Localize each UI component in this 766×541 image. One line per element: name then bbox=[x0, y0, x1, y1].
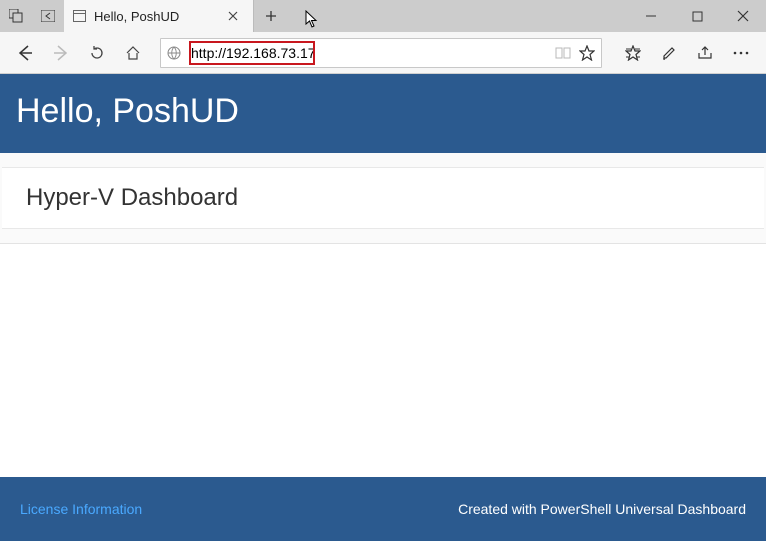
window-maximize-button[interactable] bbox=[674, 0, 720, 32]
vm-connect-icon[interactable] bbox=[0, 0, 32, 32]
refresh-button[interactable] bbox=[80, 36, 114, 70]
tab-close-button[interactable] bbox=[223, 6, 243, 26]
url-input[interactable] bbox=[187, 43, 555, 63]
window-minimize-button[interactable] bbox=[628, 0, 674, 32]
set-aside-tabs-icon[interactable] bbox=[32, 0, 64, 32]
site-info-icon[interactable] bbox=[161, 46, 187, 60]
browser-titlebar: Hello, PoshUD bbox=[0, 0, 766, 32]
favorites-hub-icon[interactable] bbox=[616, 36, 650, 70]
share-icon[interactable] bbox=[688, 36, 722, 70]
browser-tab-active[interactable]: Hello, PoshUD bbox=[64, 0, 254, 32]
more-menu-icon[interactable] bbox=[724, 36, 758, 70]
page-title: Hello, PoshUD bbox=[16, 92, 750, 131]
page-favicon bbox=[72, 9, 86, 23]
address-bar[interactable] bbox=[160, 38, 602, 68]
footer-credit: Created with PowerShell Universal Dashbo… bbox=[458, 501, 746, 517]
new-tab-button[interactable] bbox=[254, 0, 288, 32]
card-heading: Hyper-V Dashboard bbox=[26, 184, 740, 212]
favorite-star-icon[interactable] bbox=[579, 45, 595, 61]
reading-view-icon[interactable] bbox=[555, 46, 571, 60]
browser-toolbar bbox=[0, 32, 766, 74]
license-link[interactable]: License Information bbox=[20, 501, 142, 517]
home-button[interactable] bbox=[116, 36, 150, 70]
web-notes-icon[interactable] bbox=[652, 36, 686, 70]
window-close-button[interactable] bbox=[720, 0, 766, 32]
content-area: Hyper-V Dashboard bbox=[0, 153, 766, 244]
tab-title: Hello, PoshUD bbox=[94, 9, 223, 24]
page-header-band: Hello, PoshUD bbox=[0, 74, 766, 153]
back-button[interactable] bbox=[8, 36, 42, 70]
dashboard-card: Hyper-V Dashboard bbox=[2, 167, 764, 229]
forward-button[interactable] bbox=[44, 36, 78, 70]
page-footer: License Information Created with PowerSh… bbox=[0, 477, 766, 541]
